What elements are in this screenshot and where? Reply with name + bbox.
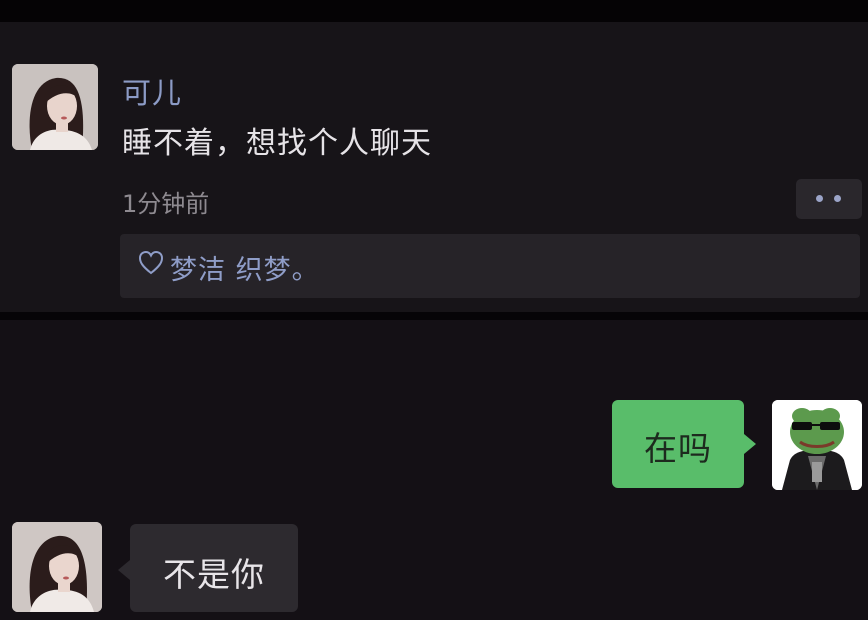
more-dots-icon [816, 195, 823, 202]
more-dots-icon-dot [834, 195, 841, 202]
likes-names[interactable]: 梦洁 织梦。 [170, 248, 320, 287]
section-divider [0, 312, 868, 320]
message-text: 不是你 [163, 555, 265, 594]
my-message-bubble[interactable]: 在吗 [612, 400, 756, 488]
my-avatar[interactable] [772, 400, 862, 490]
post-author-name[interactable]: 可儿 [122, 70, 182, 112]
bubble-tail [118, 560, 130, 580]
post-content: 睡不着，想找个人聊天 [122, 126, 432, 161]
contact-message-bubble[interactable]: 不是你 [118, 524, 298, 612]
message-text: 在吗 [644, 429, 712, 468]
contact-avatar[interactable] [12, 522, 102, 612]
moments-post: 可儿 睡不着，想找个人聊天 1分钟前 梦洁 织梦。 [0, 22, 868, 312]
more-actions-button[interactable] [796, 179, 862, 219]
screen: 可儿 睡不着，想找个人聊天 1分钟前 梦洁 织梦。 在吗 不是你 [0, 0, 868, 620]
bubble-tail [744, 434, 756, 454]
likes-bar: 梦洁 织梦。 [120, 234, 860, 298]
heart-icon [138, 248, 164, 278]
status-bar [0, 0, 868, 22]
post-author-avatar[interactable] [12, 64, 98, 150]
post-timestamp: 1分钟前 [122, 190, 210, 218]
